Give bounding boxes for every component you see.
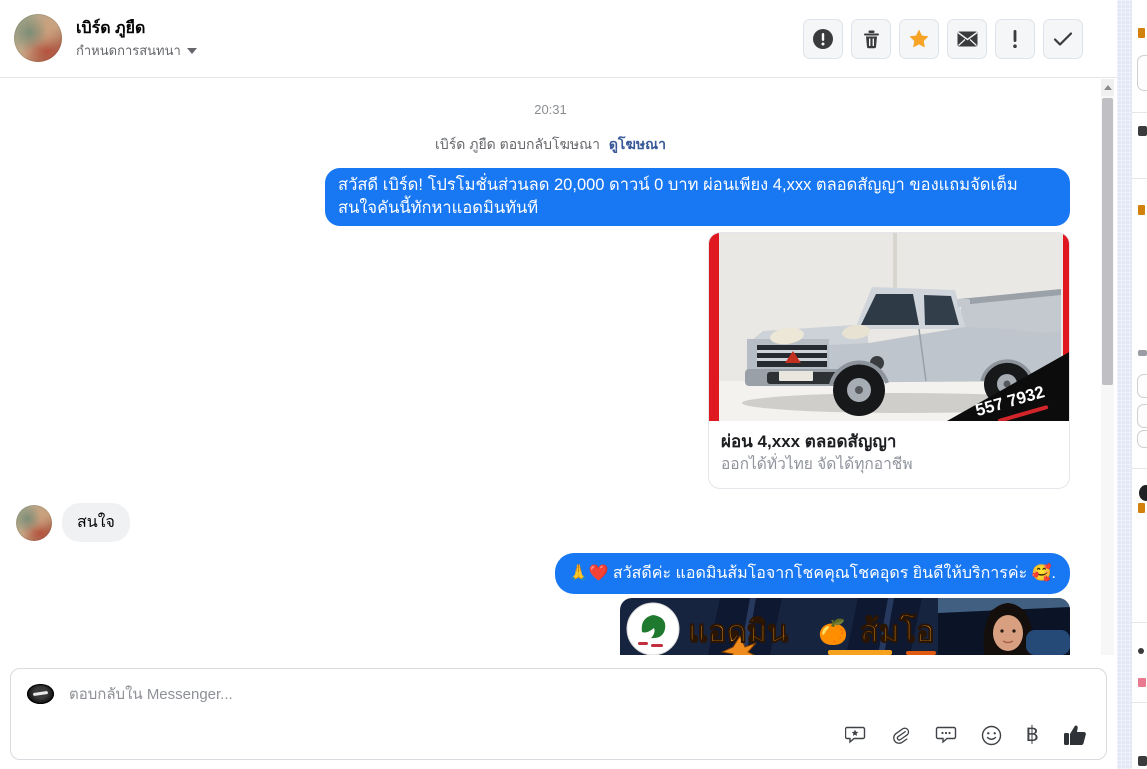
sidebar-fragment [1137,55,1147,91]
banner-word-2: ส้มโอ [860,613,935,649]
paperclip-icon [892,727,909,744]
incoming-message-reply: สนใจ [62,503,130,542]
composer-area: ฿ [0,655,1117,769]
saved-replies-button[interactable] [935,725,957,745]
star-icon [909,29,929,48]
sidebar-divider [1132,468,1147,469]
ad-context-line: เบิร์ด ภูยืด ตอบกลับโฆษณา ดูโฆษณา [0,134,1101,156]
sidebar-fragment [1137,374,1147,398]
chevron-down-icon [186,47,197,54]
sidebar-fragment [1138,503,1145,513]
check-icon [1053,32,1073,46]
sidebar-fragment [1139,485,1147,501]
mark-done-button[interactable] [1043,19,1083,59]
delete-button[interactable] [851,19,891,59]
star-button[interactable] [899,19,939,59]
page-background-gutter [1117,0,1132,769]
payment-button[interactable]: ฿ [1025,723,1039,746]
view-ad-link[interactable]: ดูโฆษณา [609,136,666,152]
scrollbar-up-button[interactable] [1101,79,1114,96]
page-logo-avatar [27,684,54,704]
message-thread: 20:31 เบิร์ด ภูยืด ตอบกลับโฆษณา ดูโฆษณา … [0,79,1101,655]
sidebar-divider [1132,178,1147,179]
outgoing-message-greeting: 🙏❤️ สวัสดีค่ะ แอดมินส้มโอจากโชคคุณโชคอุด… [554,553,1070,594]
saved-replies-icon [935,726,956,744]
contact-name: เบิร์ด ภูยืด [76,20,146,37]
sticker-button[interactable] [844,725,867,745]
ad-card-body: ผ่อน 4,xxx ตลอดสัญญา ออกได้ทั่วไทย จัดได… [709,421,1069,488]
sidebar-fragment [1137,404,1147,428]
contact-avatar[interactable] [14,14,62,62]
reply-input[interactable] [69,681,889,707]
pickup-truck-photo: 557 7932 [709,233,1069,421]
scrollbar-thumb[interactable] [1102,98,1113,385]
scrollbar-up-arrow-icon [1103,85,1112,90]
sidebar-fragment [1137,430,1147,448]
report-button[interactable] [803,19,843,59]
sidebar-fragment [1138,756,1147,766]
composer-toolbar: ฿ [844,723,1088,747]
attach-file-button[interactable] [891,725,911,746]
spam-button[interactable] [995,19,1035,59]
admin-banner-image[interactable]: แอดมิน 🍊 ส้มโอ [620,598,1070,655]
trash-icon [863,30,879,49]
sidebar-fragment [1138,28,1145,38]
sidebar-divider [1132,112,1147,113]
sidebar-fragment [1138,350,1147,356]
ad-card-subtitle: ออกได้ทั่วไทย จัดได้ทุกอาชีพ [721,456,913,473]
reply-box[interactable]: ฿ [10,668,1107,760]
contact-avatar-small[interactable] [16,504,52,541]
sidebar-divider [1132,702,1147,703]
timestamp: 20:31 [534,102,567,117]
ad-attachment-card[interactable]: 557 7932 ผ่อน 4,xxx ตลอดสัญญา ออกได้ทั่ว… [708,232,1070,489]
sidebar-fragment [1138,678,1146,687]
envelope-icon [957,31,977,47]
banner-word-1: แอดมิน [688,614,788,649]
conversation-header: เบิร์ด ภูยืด กำหนดการสนทนา [0,0,1117,78]
outgoing-message-promo: สวัสดี เบิร์ด! โปรโมชั่นส่วนลด 20,000 ดา… [325,168,1070,226]
incoming-message-row: สนใจ [16,503,130,542]
sidebar-fragment [1138,648,1144,654]
ad-card-title: ผ่อน 4,xxx ตลอดสัญญา [721,432,897,451]
mark-unread-button[interactable] [947,19,987,59]
sidebar-fragment [1138,205,1145,215]
chat-scrollbar [1101,79,1114,655]
right-sidebar-edge [1132,0,1147,769]
emoji-button[interactable] [981,725,1002,746]
report-circle-icon [813,29,833,49]
schedule-label: กำหนดการสนทนา [76,43,181,58]
header-action-bar [803,19,1083,59]
sidebar-fragment [1138,126,1147,136]
baht-icon: ฿ [1025,723,1039,746]
like-button[interactable] [1063,723,1088,747]
emoji-icon [981,725,1001,745]
sidebar-divider [1132,622,1147,623]
sticker-icon [844,726,865,744]
ad-context-text: เบิร์ด ภูยืด ตอบกลับโฆษณา [435,136,600,152]
thumbs-up-icon [1064,725,1086,745]
admin-banner-graphic: แอดมิน 🍊 ส้มโอ [620,598,1070,655]
exclamation-icon [1013,30,1017,48]
messenger-inbox-window: เบิร์ด ภูยืด กำหนดการสนทนา 20:31 เบิร์ด … [0,0,1147,769]
conversation-schedule-dropdown[interactable]: กำหนดการสนทนา [76,40,197,61]
orange-emoji: 🍊 [818,618,849,646]
